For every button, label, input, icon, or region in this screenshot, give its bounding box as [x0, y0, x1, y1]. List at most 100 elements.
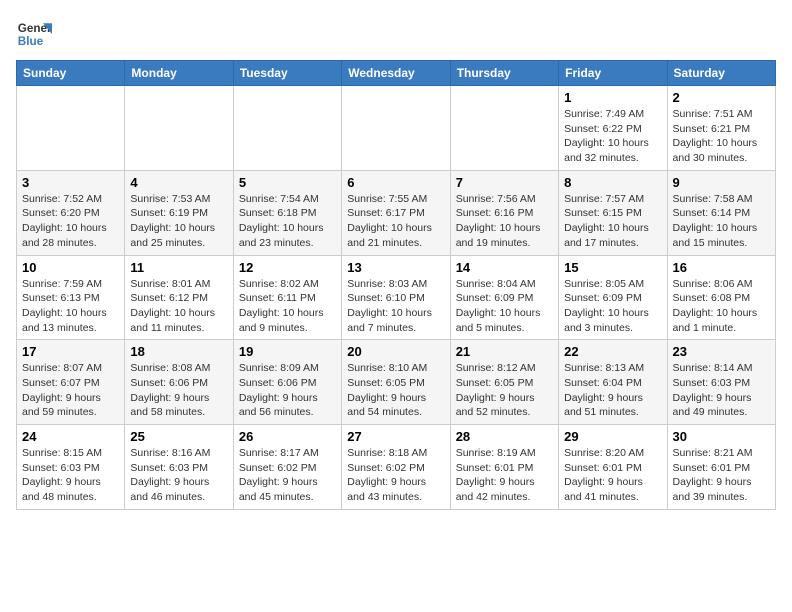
day-info: Sunrise: 7:58 AM Sunset: 6:14 PM Dayligh… — [673, 192, 770, 251]
calendar-cell: 30 Sunrise: 8:21 AM Sunset: 6:01 PM Dayli… — [667, 425, 775, 510]
day-info: Sunrise: 8:18 AM Sunset: 6:02 PM Dayligh… — [347, 446, 444, 505]
day-number: 4 — [130, 175, 227, 190]
calendar-week-row: 17 Sunrise: 8:07 AM Sunset: 6:07 PM Dayli… — [17, 340, 776, 425]
weekday-header-cell: Monday — [125, 61, 233, 86]
day-info: Sunrise: 7:57 AM Sunset: 6:15 PM Dayligh… — [564, 192, 661, 251]
calendar-cell: 14Sunrise: 8:04 AM Sunset: 6:09 PM Dayli… — [450, 255, 558, 340]
day-number: 11 — [130, 260, 227, 275]
weekday-header-row: SundayMondayTuesdayWednesdayThursdayFrid… — [17, 61, 776, 86]
day-number: 28 — [456, 429, 553, 444]
calendar-week-row: 1 Sunrise: 7:49 AM Sunset: 6:22 PM Daylig… — [17, 86, 776, 171]
day-info: Sunrise: 7:55 AM Sunset: 6:17 PM Dayligh… — [347, 192, 444, 251]
calendar-cell: 6 Sunrise: 7:55 AM Sunset: 6:17 PM Daylig… — [342, 170, 450, 255]
logo-icon: General Blue — [16, 16, 52, 52]
day-number: 1 — [564, 90, 661, 105]
calendar-cell: 20 Sunrise: 8:10 AM Sunset: 6:05 PM Dayli… — [342, 340, 450, 425]
calendar-week-row: 3 Sunrise: 7:52 AM Sunset: 6:20 PM Daylig… — [17, 170, 776, 255]
weekday-header-cell: Thursday — [450, 61, 558, 86]
day-number: 7 — [456, 175, 553, 190]
calendar-cell: 4 Sunrise: 7:53 AM Sunset: 6:19 PM Daylig… — [125, 170, 233, 255]
day-number: 15 — [564, 260, 661, 275]
day-info: Sunrise: 7:53 AM Sunset: 6:19 PM Dayligh… — [130, 192, 227, 251]
calendar-cell: 10 Sunrise: 7:59 AM Sunset: 6:13 PM Dayli… — [17, 255, 125, 340]
calendar-cell: 21 Sunrise: 8:12 AM Sunset: 6:05 PM Dayli… — [450, 340, 558, 425]
day-number: 12 — [239, 260, 336, 275]
day-info: Sunrise: 8:21 AM Sunset: 6:01 PM Dayligh… — [673, 446, 770, 505]
day-number: 29 — [564, 429, 661, 444]
day-number: 30 — [673, 429, 770, 444]
day-info: Sunrise: 8:19 AM Sunset: 6:01 PM Dayligh… — [456, 446, 553, 505]
day-number: 23 — [673, 344, 770, 359]
day-number: 25 — [130, 429, 227, 444]
calendar-cell: 18 Sunrise: 8:08 AM Sunset: 6:06 PM Dayli… — [125, 340, 233, 425]
day-number: 18 — [130, 344, 227, 359]
day-number: 27 — [347, 429, 444, 444]
calendar-cell: 22 Sunrise: 8:13 AM Sunset: 6:04 PM Dayli… — [559, 340, 667, 425]
calendar-cell: 27 Sunrise: 8:18 AM Sunset: 6:02 PM Dayli… — [342, 425, 450, 510]
weekday-header-cell: Friday — [559, 61, 667, 86]
day-info: Sunrise: 7:59 AM Sunset: 6:13 PM Dayligh… — [22, 277, 119, 336]
day-info: Sunrise: 7:56 AM Sunset: 6:16 PM Dayligh… — [456, 192, 553, 251]
calendar: SundayMondayTuesdayWednesdayThursdayFrid… — [16, 60, 776, 510]
day-info: Sunrise: 7:49 AM Sunset: 6:22 PM Dayligh… — [564, 107, 661, 166]
day-number: 6 — [347, 175, 444, 190]
day-info: Sunrise: 8:01 AM Sunset: 6:12 PM Dayligh… — [130, 277, 227, 336]
day-info: Sunrise: 8:12 AM Sunset: 6:05 PM Dayligh… — [456, 361, 553, 420]
day-info: Sunrise: 7:51 AM Sunset: 6:21 PM Dayligh… — [673, 107, 770, 166]
calendar-cell: 5Sunrise: 7:54 AM Sunset: 6:18 PM Daylig… — [233, 170, 341, 255]
calendar-cell: 16Sunrise: 8:06 AM Sunset: 6:08 PM Dayli… — [667, 255, 775, 340]
calendar-week-row: 24 Sunrise: 8:15 AM Sunset: 6:03 PM Dayli… — [17, 425, 776, 510]
calendar-cell — [17, 86, 125, 171]
calendar-body: 1 Sunrise: 7:49 AM Sunset: 6:22 PM Daylig… — [17, 86, 776, 510]
day-info: Sunrise: 8:03 AM Sunset: 6:10 PM Dayligh… — [347, 277, 444, 336]
calendar-cell — [233, 86, 341, 171]
calendar-cell: 29 Sunrise: 8:20 AM Sunset: 6:01 PM Dayli… — [559, 425, 667, 510]
day-number: 20 — [347, 344, 444, 359]
calendar-cell: 12Sunrise: 8:02 AM Sunset: 6:11 PM Dayli… — [233, 255, 341, 340]
calendar-cell: 13Sunrise: 8:03 AM Sunset: 6:10 PM Dayli… — [342, 255, 450, 340]
day-number: 17 — [22, 344, 119, 359]
day-number: 2 — [673, 90, 770, 105]
calendar-cell: 7 Sunrise: 7:56 AM Sunset: 6:16 PM Daylig… — [450, 170, 558, 255]
day-info: Sunrise: 8:05 AM Sunset: 6:09 PM Dayligh… — [564, 277, 661, 336]
weekday-header-cell: Tuesday — [233, 61, 341, 86]
calendar-cell — [450, 86, 558, 171]
day-number: 10 — [22, 260, 119, 275]
day-number: 22 — [564, 344, 661, 359]
weekday-header-cell: Wednesday — [342, 61, 450, 86]
day-info: Sunrise: 8:16 AM Sunset: 6:03 PM Dayligh… — [130, 446, 227, 505]
day-info: Sunrise: 8:20 AM Sunset: 6:01 PM Dayligh… — [564, 446, 661, 505]
calendar-cell: 2 Sunrise: 7:51 AM Sunset: 6:21 PM Daylig… — [667, 86, 775, 171]
day-number: 3 — [22, 175, 119, 190]
day-info: Sunrise: 8:15 AM Sunset: 6:03 PM Dayligh… — [22, 446, 119, 505]
day-info: Sunrise: 8:09 AM Sunset: 6:06 PM Dayligh… — [239, 361, 336, 420]
calendar-cell: 19 Sunrise: 8:09 AM Sunset: 6:06 PM Dayli… — [233, 340, 341, 425]
calendar-cell: 25 Sunrise: 8:16 AM Sunset: 6:03 PM Dayli… — [125, 425, 233, 510]
day-number: 14 — [456, 260, 553, 275]
calendar-cell — [342, 86, 450, 171]
weekday-header-cell: Saturday — [667, 61, 775, 86]
calendar-week-row: 10 Sunrise: 7:59 AM Sunset: 6:13 PM Dayli… — [17, 255, 776, 340]
day-number: 24 — [22, 429, 119, 444]
day-number: 21 — [456, 344, 553, 359]
calendar-cell: 11 Sunrise: 8:01 AM Sunset: 6:12 PM Dayli… — [125, 255, 233, 340]
day-info: Sunrise: 8:07 AM Sunset: 6:07 PM Dayligh… — [22, 361, 119, 420]
day-info: Sunrise: 8:17 AM Sunset: 6:02 PM Dayligh… — [239, 446, 336, 505]
day-info: Sunrise: 8:10 AM Sunset: 6:05 PM Dayligh… — [347, 361, 444, 420]
day-number: 19 — [239, 344, 336, 359]
day-info: Sunrise: 7:52 AM Sunset: 6:20 PM Dayligh… — [22, 192, 119, 251]
logo: General Blue — [16, 16, 52, 52]
day-info: Sunrise: 8:06 AM Sunset: 6:08 PM Dayligh… — [673, 277, 770, 336]
calendar-cell: 28 Sunrise: 8:19 AM Sunset: 6:01 PM Dayli… — [450, 425, 558, 510]
calendar-cell: 23 Sunrise: 8:14 AM Sunset: 6:03 PM Dayli… — [667, 340, 775, 425]
weekday-header-cell: Sunday — [17, 61, 125, 86]
day-info: Sunrise: 7:54 AM Sunset: 6:18 PM Dayligh… — [239, 192, 336, 251]
calendar-cell: 3 Sunrise: 7:52 AM Sunset: 6:20 PM Daylig… — [17, 170, 125, 255]
calendar-cell: 8Sunrise: 7:57 AM Sunset: 6:15 PM Daylig… — [559, 170, 667, 255]
day-info: Sunrise: 8:08 AM Sunset: 6:06 PM Dayligh… — [130, 361, 227, 420]
calendar-cell: 26Sunrise: 8:17 AM Sunset: 6:02 PM Dayli… — [233, 425, 341, 510]
day-info: Sunrise: 8:13 AM Sunset: 6:04 PM Dayligh… — [564, 361, 661, 420]
page-header: General Blue — [16, 16, 776, 52]
calendar-cell: 1 Sunrise: 7:49 AM Sunset: 6:22 PM Daylig… — [559, 86, 667, 171]
day-info: Sunrise: 8:14 AM Sunset: 6:03 PM Dayligh… — [673, 361, 770, 420]
